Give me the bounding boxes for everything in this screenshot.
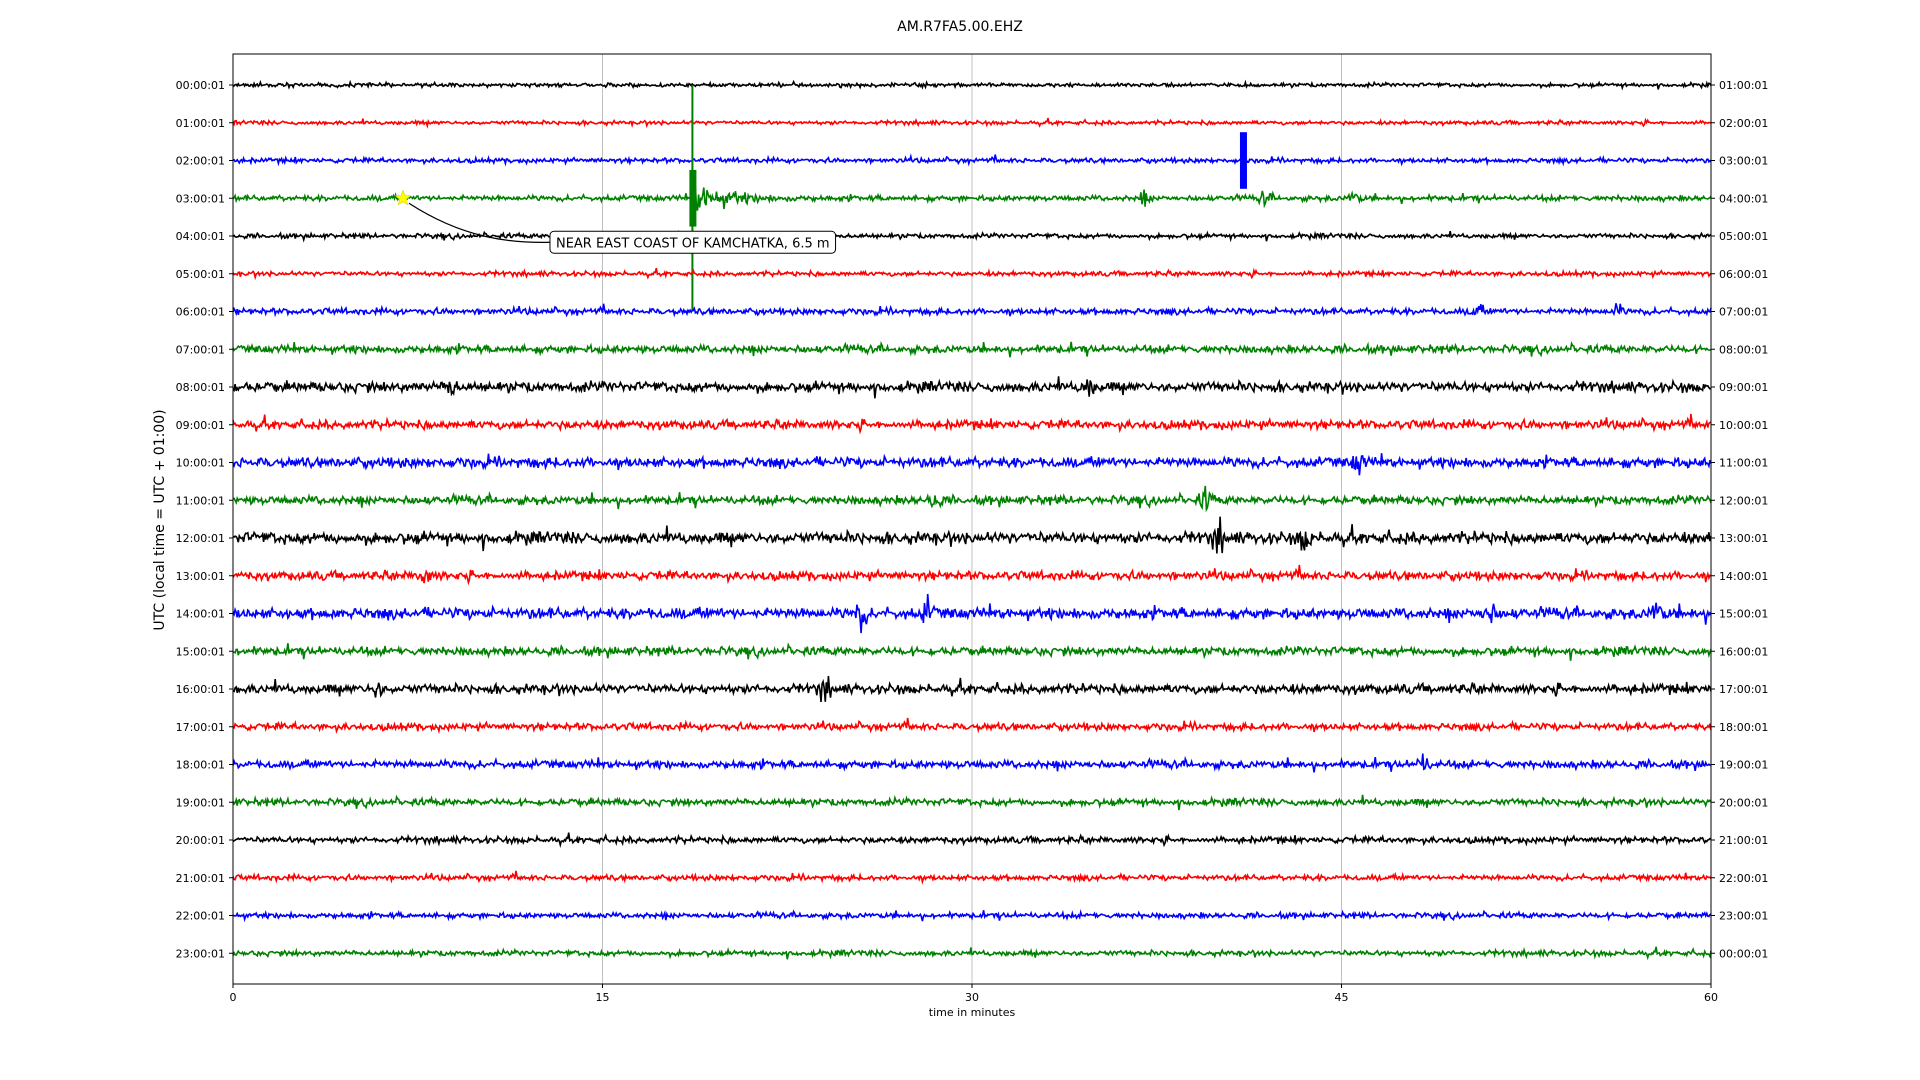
y-tick-label-left: 22:00:01 bbox=[176, 910, 225, 923]
y-tick-label-right: 00:00:01 bbox=[1719, 947, 1768, 960]
y-tick-label-left: 04:00:01 bbox=[176, 230, 225, 243]
y-tick-label-right: 23:00:01 bbox=[1719, 910, 1768, 923]
x-tick-label: 15 bbox=[596, 991, 610, 1004]
y-tick-label-left: 11:00:01 bbox=[176, 494, 225, 507]
y-tick-label-left: 05:00:01 bbox=[176, 268, 225, 281]
y-tick-label-right: 09:00:01 bbox=[1719, 381, 1768, 394]
seismogram-chart: NEAR EAST COAST OF KAMCHATKA, 6.5 m 00:0… bbox=[176, 53, 1768, 1004]
y-tick-label-left: 13:00:01 bbox=[176, 570, 225, 583]
y-tick-label-right: 10:00:01 bbox=[1719, 419, 1768, 432]
signal-onset bbox=[1239, 132, 1247, 189]
y-tick-label-left: 08:00:01 bbox=[176, 381, 225, 394]
y-tick-label-left: 17:00:01 bbox=[176, 721, 225, 734]
y-tick-label-right: 08:00:01 bbox=[1719, 343, 1768, 356]
y-tick-label-left: 09:00:01 bbox=[176, 419, 225, 432]
y-tick-label-right: 17:00:01 bbox=[1719, 683, 1768, 696]
y-tick-label-left: 14:00:01 bbox=[176, 608, 225, 621]
y-tick-label-right: 22:00:01 bbox=[1719, 872, 1768, 885]
y-tick-label-left: 23:00:01 bbox=[176, 947, 225, 960]
x-tick-label: 30 bbox=[965, 991, 979, 1004]
y-tick-label-right: 06:00:01 bbox=[1719, 268, 1768, 281]
y-tick-label-left: 16:00:01 bbox=[176, 683, 225, 696]
y-tick-label-right: 19:00:01 bbox=[1719, 759, 1768, 772]
y-tick-label-right: 05:00:01 bbox=[1719, 230, 1768, 243]
y-tick-label-right: 13:00:01 bbox=[1719, 532, 1768, 545]
y-tick-label-right: 20:00:01 bbox=[1719, 796, 1768, 809]
y-axis-label: UTC (local time = UTC + 01:00) bbox=[152, 409, 168, 631]
signal-onset bbox=[689, 169, 697, 227]
x-tick-label: 0 bbox=[230, 991, 237, 1004]
y-tick-label-right: 11:00:01 bbox=[1719, 457, 1768, 470]
y-tick-label-left: 02:00:01 bbox=[176, 155, 225, 168]
y-tick-label-right: 01:00:01 bbox=[1719, 79, 1768, 92]
y-tick-label-right: 18:00:01 bbox=[1719, 721, 1768, 734]
y-tick-label-right: 04:00:01 bbox=[1719, 192, 1768, 205]
event-label: NEAR EAST COAST OF KAMCHATKA, 6.5 m bbox=[556, 236, 830, 251]
y-tick-label-right: 12:00:01 bbox=[1719, 494, 1768, 507]
y-tick-label-left: 06:00:01 bbox=[176, 306, 225, 319]
y-tick-label-left: 15:00:01 bbox=[176, 645, 225, 658]
y-tick-label-right: 07:00:01 bbox=[1719, 306, 1768, 319]
y-tick-label-left: 10:00:01 bbox=[176, 457, 225, 470]
x-tick-label: 60 bbox=[1704, 991, 1718, 1004]
y-tick-label-right: 02:00:01 bbox=[1719, 117, 1768, 130]
y-tick-label-right: 15:00:01 bbox=[1719, 608, 1768, 621]
y-tick-label-left: 00:00:01 bbox=[176, 79, 225, 92]
y-tick-label-right: 03:00:01 bbox=[1719, 155, 1768, 168]
x-tick-label: 45 bbox=[1335, 991, 1349, 1004]
y-tick-label-right: 14:00:01 bbox=[1719, 570, 1768, 583]
y-tick-label-left: 19:00:01 bbox=[176, 796, 225, 809]
y-tick-label-left: 07:00:01 bbox=[176, 343, 225, 356]
y-tick-label-left: 03:00:01 bbox=[176, 192, 225, 205]
y-tick-label-right: 21:00:01 bbox=[1719, 834, 1768, 847]
y-tick-label-left: 20:00:01 bbox=[176, 834, 225, 847]
y-tick-label-right: 16:00:01 bbox=[1719, 645, 1768, 658]
y-tick-label-left: 01:00:01 bbox=[176, 117, 225, 130]
y-tick-label-left: 18:00:01 bbox=[176, 759, 225, 772]
y-tick-label-left: 12:00:01 bbox=[176, 532, 225, 545]
x-axis-label: time in minutes bbox=[928, 1006, 1016, 1019]
y-tick-label-left: 21:00:01 bbox=[176, 872, 225, 885]
